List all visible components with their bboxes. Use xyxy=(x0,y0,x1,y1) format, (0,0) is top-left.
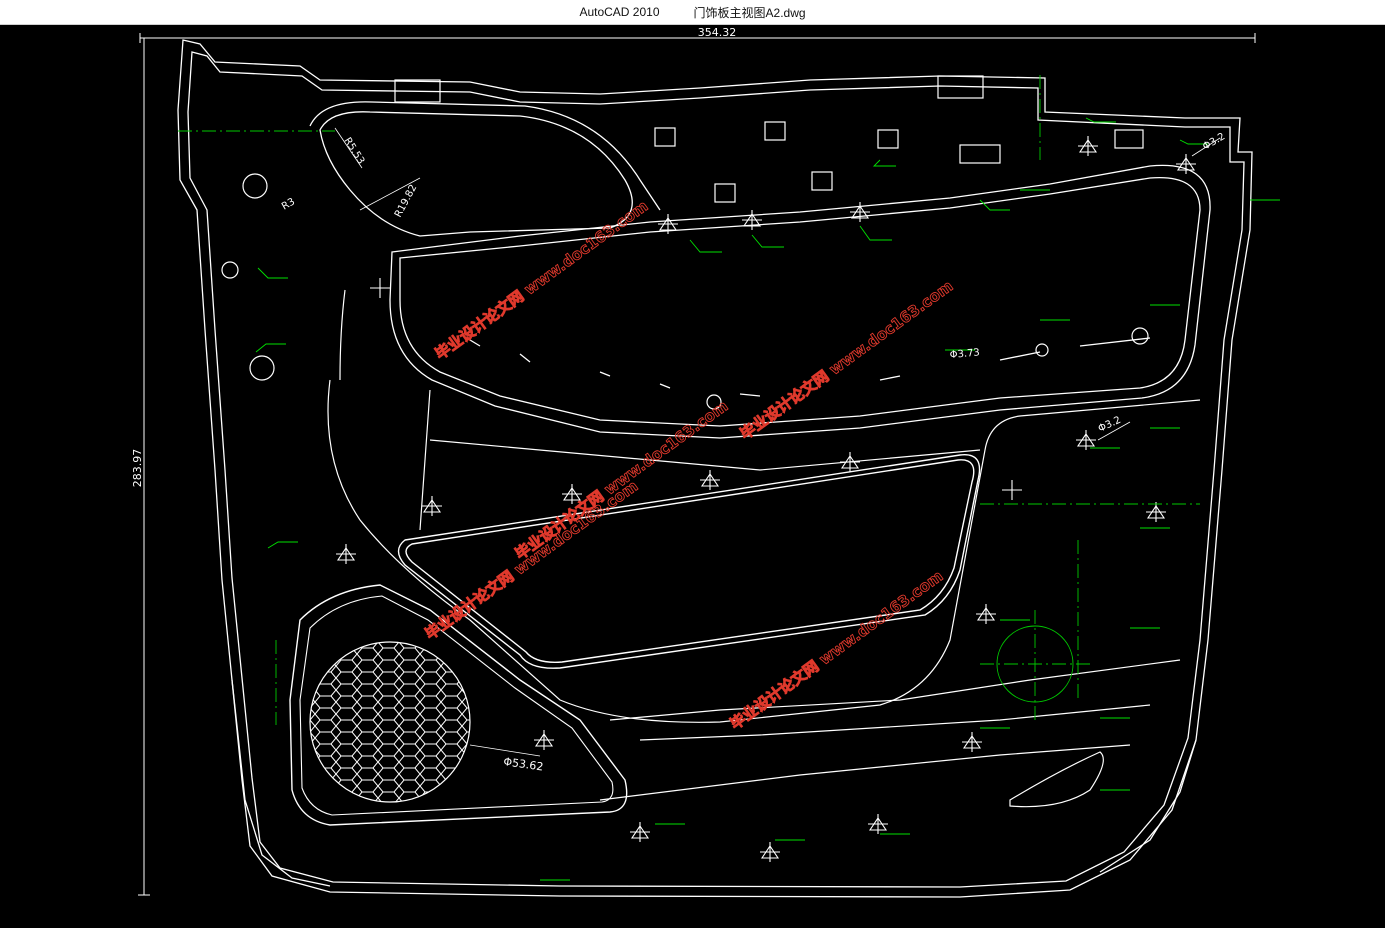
watermark-2: 毕业设计论文网 www.doc163.com xyxy=(737,277,957,443)
centerlines xyxy=(178,75,1200,725)
diameter-dimension-3: Φ3.73 xyxy=(949,347,980,361)
diameter-label-3: Φ3.73 xyxy=(949,347,980,361)
watermark-4: 毕业设计论文网 www.doc163.com xyxy=(727,567,947,733)
title-bar: AutoCAD 2010 门饰板主视图A2.dwg xyxy=(0,0,1385,25)
middle-contour xyxy=(327,289,1201,723)
cad-drawing[interactable]: 354.32 283.97 Φ53.62 R5.53 R19.82 R3 Φ3.… xyxy=(0,25,1385,924)
file-name: 门饰板主视图A2.dwg xyxy=(693,5,806,20)
upper-opening xyxy=(309,101,661,237)
radius-label-2: R19.82 xyxy=(393,183,419,220)
diameter-dimension-1: Φ3.2 xyxy=(1097,415,1131,441)
watermark-5: 毕业设计论文网 www.doc163.com xyxy=(512,397,732,563)
watermark-group: 毕业设计论文网 www.doc163.com 毕业设计论文网 www.doc16… xyxy=(421,196,957,733)
radius-label-3: R3 xyxy=(280,196,297,212)
radius-dimension-2: R19.82 xyxy=(359,177,421,220)
watermark-3: 毕业设计论文网 www.doc163.com xyxy=(422,477,642,643)
width-dimension-label: 354.32 xyxy=(698,26,737,39)
radius-dimension-3: R3 xyxy=(280,196,297,212)
speaker-diameter-label: Φ53.62 xyxy=(503,755,545,773)
watermark-1: 毕业设计论文网 www.doc163.com xyxy=(432,197,652,363)
door-pull-recess xyxy=(397,454,981,669)
height-dimension-label: 283.97 xyxy=(131,449,144,488)
lower-map-pocket xyxy=(599,659,1181,808)
radius-dimension-1: R5.53 xyxy=(334,127,366,169)
upper-clips xyxy=(221,75,1149,410)
app-name: AutoCAD 2010 xyxy=(579,5,660,19)
drawing-canvas[interactable]: 354.32 283.97 Φ53.62 R5.53 R19.82 R3 Φ3.… xyxy=(0,25,1385,924)
radius-label-1: R5.53 xyxy=(341,136,366,167)
diameter-label-1: Φ3.2 xyxy=(1097,415,1123,435)
diameter-label-2: Φ3.2 xyxy=(1201,131,1227,152)
fastener-symbols xyxy=(336,136,1196,862)
